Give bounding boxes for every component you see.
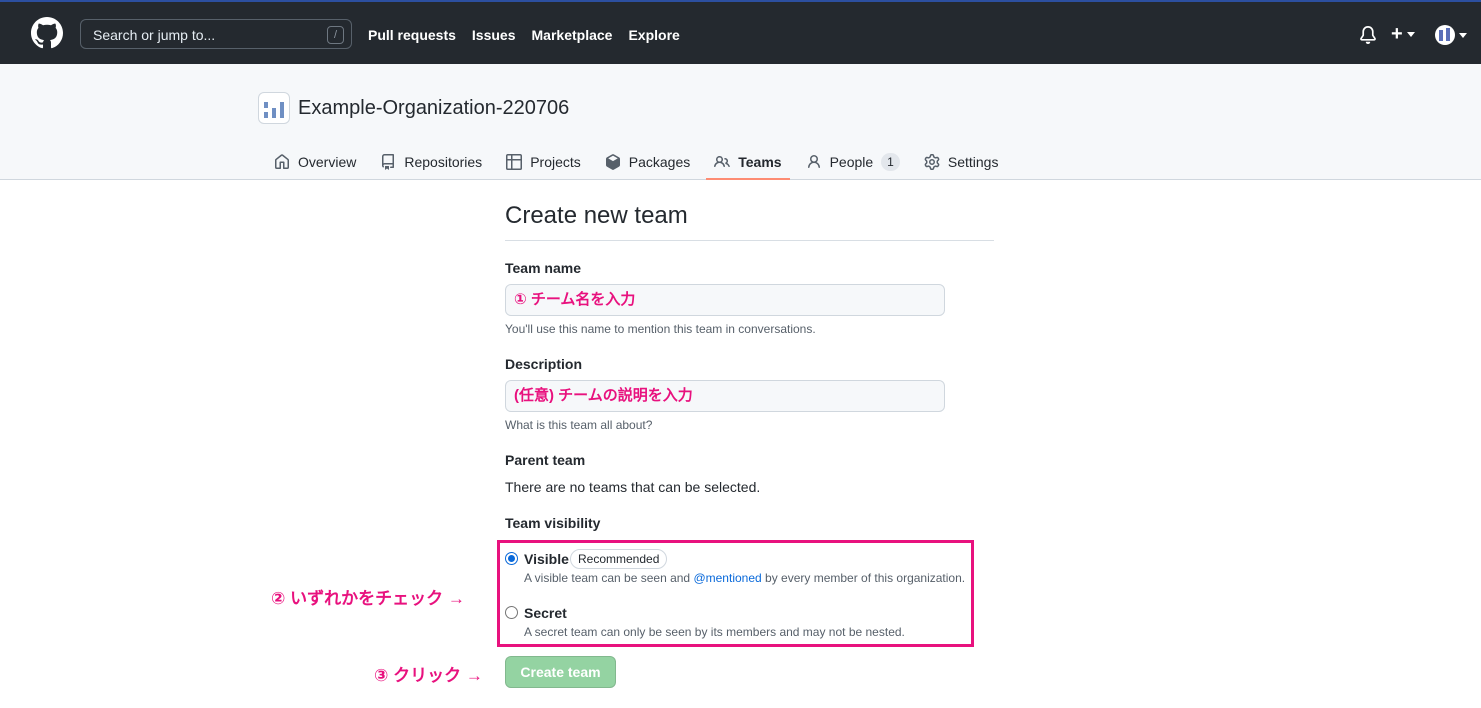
tab-label: Repositories [404, 154, 483, 170]
tab-label: Projects [530, 154, 581, 170]
visible-option-title: Visible [524, 551, 569, 567]
user-menu-dropdown[interactable] [1435, 25, 1467, 45]
people-icon [714, 155, 731, 168]
org-avatar[interactable] [258, 92, 290, 124]
annotation-step2: ② いずれかをチェック → [271, 589, 465, 608]
page-title: Create new team [505, 202, 688, 229]
recommended-badge: Recommended [570, 549, 668, 569]
secret-radio[interactable] [505, 606, 518, 619]
org-tabs: Overview Repositories Projects Packages … [266, 144, 1014, 180]
global-header: Search or jump to... / Pull requests Iss… [0, 0, 1481, 64]
nav-issues[interactable]: Issues [472, 27, 516, 43]
parent-team-label: Parent team [505, 452, 586, 468]
tab-projects[interactable]: Projects [498, 144, 589, 180]
notification-bell-icon[interactable] [1359, 26, 1377, 44]
description-label: Description [505, 356, 583, 372]
visible-radio[interactable] [505, 552, 518, 565]
search-placeholder: Search or jump to... [93, 27, 216, 43]
person-icon [807, 155, 820, 169]
table-icon [506, 154, 523, 170]
tab-people[interactable]: People 1 [798, 144, 908, 180]
search-shortcut-key: / [327, 26, 344, 44]
tab-label: Teams [738, 154, 782, 170]
visible-option-desc: A visible team can be seen and @mentione… [524, 571, 966, 585]
team-name-hint: You'll use this name to mention this tea… [505, 322, 816, 336]
gear-icon [924, 154, 940, 170]
team-visibility-label: Team visibility [505, 515, 601, 531]
parent-team-empty-text: There are no teams that can be selected. [505, 479, 761, 495]
title-divider [505, 240, 994, 241]
github-logo-icon[interactable] [31, 17, 63, 49]
tab-packages[interactable]: Packages [597, 144, 698, 180]
tab-label: Overview [298, 154, 357, 170]
org-name[interactable]: Example-Organization-220706 [298, 97, 569, 120]
nav-pull-requests[interactable]: Pull requests [368, 27, 456, 43]
home-icon [275, 154, 289, 169]
secret-option-title: Secret [524, 605, 567, 621]
repo-icon [382, 154, 395, 170]
caret-down-icon [1406, 31, 1415, 37]
tab-repositories[interactable]: Repositories [372, 144, 490, 180]
tab-label: Settings [947, 154, 999, 170]
mentioned-link[interactable]: @mentioned [693, 571, 761, 585]
create-team-button[interactable]: Create team [505, 656, 616, 688]
annotation-step3: ③ クリック → [374, 666, 483, 685]
description-hint: What is this team all about? [505, 418, 653, 432]
plus-icon: + [1391, 23, 1403, 45]
secret-option-desc: A secret team can only be seen by its me… [524, 625, 905, 639]
org-header: Example-Organization-220706 Overview Rep… [0, 64, 1481, 180]
team-name-label: Team name [505, 260, 581, 276]
tab-teams[interactable]: Teams [706, 144, 790, 180]
tab-settings[interactable]: Settings [916, 144, 1007, 180]
tab-overview[interactable]: Overview [266, 144, 364, 180]
nav-explore[interactable]: Explore [628, 27, 679, 43]
team-name-input[interactable]: ① チーム名を入力 [505, 284, 945, 316]
nav-marketplace[interactable]: Marketplace [532, 27, 613, 43]
tab-label: Packages [628, 154, 691, 170]
create-new-dropdown[interactable]: + [1391, 23, 1415, 45]
caret-down-icon [1459, 32, 1467, 38]
tab-label: People [829, 154, 874, 170]
user-avatar [1435, 25, 1455, 45]
description-input[interactable]: (任意) チームの説明を入力 [505, 380, 945, 412]
people-count-badge: 1 [881, 153, 900, 171]
global-nav: Pull requests Issues Marketplace Explore [368, 27, 680, 43]
search-input[interactable]: Search or jump to... / [80, 19, 352, 49]
package-icon [605, 154, 620, 170]
